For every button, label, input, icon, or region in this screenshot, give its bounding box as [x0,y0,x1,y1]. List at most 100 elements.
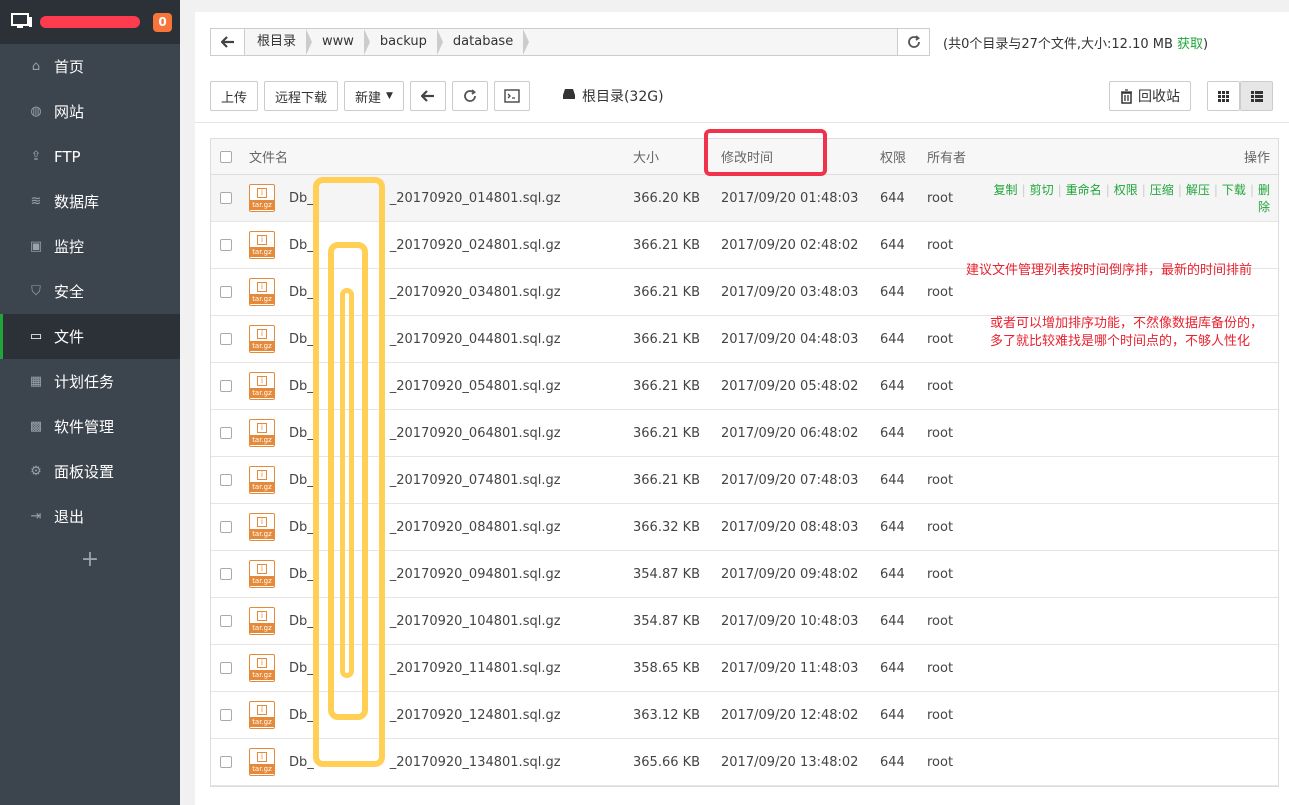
sidebar-item-label: 网站 [54,103,85,121]
op-link[interactable]: 压缩 [1150,183,1174,197]
view-switch [1207,81,1273,111]
sidebar-item-3[interactable]: ≋ 数据库 [0,179,180,224]
breadcrumb-item[interactable]: www [310,29,370,55]
op-link[interactable]: 剪切 [1030,183,1054,197]
sidebar-item-label: 面板设置 [54,463,115,481]
sidebar-item-4[interactable]: ▣ 监控 [0,224,180,269]
row-checkbox[interactable] [220,239,232,251]
disk-label: 根目录(32G) [581,89,664,105]
fetch-size-link[interactable]: 获取 [1177,37,1203,52]
sidebar-item-6[interactable]: ▭ 文件 [0,314,180,359]
file-perm: 644 [880,190,905,206]
file-owner: root [927,425,954,441]
breadcrumb-item[interactable]: backup [368,29,443,55]
row-checkbox[interactable] [220,333,232,345]
list-view-button[interactable] [1240,81,1273,111]
row-checkbox[interactable] [220,521,232,533]
sidebar-item-2[interactable]: ⇪ FTP [0,134,180,179]
file-size: 366.20 KB [633,190,701,206]
op-link[interactable]: 删除 [1258,183,1270,214]
sidebar-item-label: FTP [54,147,81,166]
row-checkbox[interactable] [220,709,232,721]
sidebar-item-8[interactable]: ▩ 软件管理 [0,404,180,449]
row-checkbox[interactable] [220,662,232,674]
back-arrow-icon[interactable] [211,29,245,55]
refresh-icon [464,89,476,102]
sidebar-item-0[interactable]: ⌂ 首页 [0,44,180,89]
archive-file-icon: i tar.gz [249,325,275,353]
new-dropdown-button[interactable]: 新建 ▼ [344,81,404,111]
op-separator: | [1021,183,1026,197]
file-size: 365.66 KB [633,754,701,770]
row-checkbox[interactable] [220,474,232,486]
file-perm: 644 [880,284,905,300]
refresh-path-icon[interactable] [897,29,929,55]
row-checkbox[interactable] [220,615,232,627]
op-link[interactable]: 重命名 [1066,183,1102,197]
file-manager: 根目录 www backup database (共0个目录与27个文件,大小:12.… [195,12,1289,805]
breadcrumb-item[interactable]: 根目录 [245,29,313,55]
annotation-redaction-scribble [340,288,354,678]
logout-icon: ⇥ [30,509,42,524]
header-perm: 权限 [880,151,907,166]
select-all-checkbox[interactable] [220,150,232,163]
file-size: 363.12 KB [633,707,701,723]
sidebar-item-9[interactable]: ⚙ 面板设置 [0,449,180,494]
file-owner: root [927,707,954,723]
go-up-button[interactable] [409,81,446,111]
back-arrow-icon [420,90,434,102]
file-perm: 644 [880,425,905,441]
remote-download-button[interactable]: 远程下载 [264,81,339,111]
row-checkbox[interactable] [220,380,232,392]
directory-info: (共0个目录与27个文件,大小:12.10 MB 获取) [943,33,1208,52]
add-icon[interactable]: + [0,539,180,579]
sidebar-item-label: 软件管理 [54,418,115,436]
file-owner: root [927,613,954,629]
row-checkbox[interactable] [220,192,232,204]
file-perm: 644 [880,754,905,770]
sidebar-item-7[interactable]: ▦ 计划任务 [0,359,180,404]
sidebar-item-10[interactable]: ⇥ 退出 [0,494,180,539]
file-size: 354.87 KB [633,613,701,629]
recycle-bin-button[interactable]: 回收站 [1109,81,1191,111]
upload-button[interactable]: 上传 [210,81,259,111]
toolbar: 上传 远程下载 新建 ▼ 根目录(32G) [210,81,664,111]
header-owner: 所有者 [927,151,967,166]
op-link[interactable]: 解压 [1186,183,1210,197]
grid-view-button[interactable] [1207,81,1240,111]
archive-file-icon: i tar.gz [249,748,275,776]
disk-selector[interactable]: 根目录(32G) [562,86,664,106]
divider [195,122,1289,123]
op-separator: | [1249,183,1254,197]
hdd-icon [562,88,576,104]
sidebar-item-label: 安全 [54,283,85,301]
row-checkbox[interactable] [220,286,232,298]
refresh-button[interactable] [451,81,488,111]
shield-icon: ⛉ [31,284,41,299]
terminal-button[interactable] [493,81,530,111]
sidebar-item-label: 监控 [54,238,85,256]
sidebar-item-1[interactable]: ◍ 网站 [0,89,180,134]
breadcrumb: 根目录 www backup database [245,29,897,55]
row-checkbox[interactable] [220,568,232,580]
file-perm: 644 [880,472,905,488]
op-link[interactable]: 下载 [1222,183,1246,197]
recycle-bin-label: 回收站 [1138,89,1180,105]
op-link[interactable]: 复制 [994,183,1018,197]
archive-file-icon: i tar.gz [249,231,275,259]
archive-file-icon: i tar.gz [249,419,275,447]
row-checkbox[interactable] [220,427,232,439]
dir-info-text: (共0个目录与27个文件,大小:12.10 MB [943,37,1178,52]
ftp-icon: ⇪ [30,149,42,164]
dir-info-close: ) [1203,37,1209,52]
sidebar-item-label: 文件 [54,328,85,346]
breadcrumb-item[interactable]: database [441,29,530,55]
op-link[interactable]: 权限 [1114,183,1138,197]
file-size: 366.21 KB [633,472,701,488]
row-checkbox[interactable] [220,756,232,768]
file-owner: root [927,378,954,394]
sidebar-item-5[interactable]: ⛉ 安全 [0,269,180,314]
file-owner: root [927,660,954,676]
header-name[interactable]: 文件名 [241,147,633,166]
notification-badge[interactable]: 0 [153,13,172,32]
